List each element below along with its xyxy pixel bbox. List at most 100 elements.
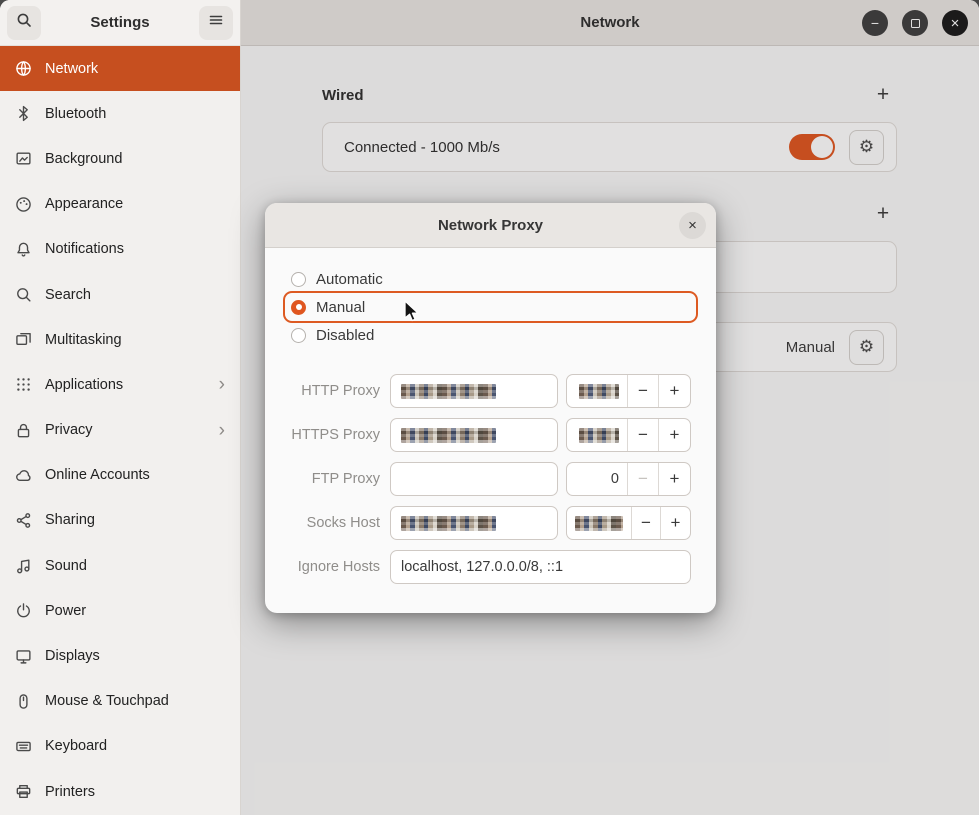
redacted-value [401,428,496,443]
spinner-value [567,375,628,407]
plus-icon: + [670,381,680,401]
option-label: Automatic [316,271,383,288]
http-proxy-input[interactable] [390,374,558,408]
spin-minus-button[interactable]: − [632,507,661,539]
sidebar-item-sound[interactable]: Sound [0,543,240,588]
spin-minus-button[interactable]: − [628,463,659,495]
network-proxy-dialog: Network Proxy × Automatic Manual Disable… [265,203,716,613]
mouse-icon [15,693,32,710]
windows-icon [15,331,32,348]
http-port-spinner[interactable]: − + [566,374,691,408]
https-proxy-input[interactable] [390,418,558,452]
http-proxy-row: HTTP Proxy − + [285,374,696,408]
sidebar-item-online-accounts[interactable]: Online Accounts [0,453,240,498]
field-label: HTTP Proxy [285,383,380,399]
sidebar-item-label: Displays [45,648,100,664]
field-label: Ignore Hosts [285,559,380,575]
lock-icon [15,422,32,439]
field-label: Socks Host [285,515,380,531]
sidebar-item-background[interactable]: Background [0,136,240,181]
chevron-right-icon: › [219,375,225,394]
proxy-option-manual[interactable]: Manual [285,293,696,321]
dialog-title: Network Proxy [438,217,543,234]
redacted-value [401,516,496,531]
sidebar-item-label: Online Accounts [45,467,150,483]
spin-plus-button[interactable]: + [659,419,690,451]
https-port-spinner[interactable]: − + [566,418,691,452]
sidebar-item-printers[interactable]: Printers [0,769,240,814]
magnifier-icon [15,286,32,303]
sidebar-item-label: Sound [45,558,87,574]
redacted-value [579,384,619,399]
main-pane: Network − × Wired + Connected - 1000 Mb/… [241,0,979,815]
music-note-icon [15,557,32,574]
sidebar-item-label: Mouse & Touchpad [45,693,169,709]
sidebar-headerbar: Settings [0,0,240,46]
ftp-proxy-input[interactable] [390,462,558,496]
sidebar-item-search[interactable]: Search [0,272,240,317]
spinner-value [567,507,632,539]
sidebar-list: Network Bluetooth Background Appearance … [0,46,240,815]
socks-host-row: Socks Host − + [285,506,696,540]
chevron-right-icon: › [219,421,225,440]
sidebar-item-power[interactable]: Power [0,588,240,633]
sidebar-item-label: Power [45,603,86,619]
sidebar-item-label: Bluetooth [45,106,106,122]
redacted-value [401,384,496,399]
dialog-close-button[interactable]: × [679,212,706,239]
spin-minus-button[interactable]: − [628,375,659,407]
field-label: FTP Proxy [285,471,380,487]
bell-icon [15,241,32,258]
radio-checked-icon [291,300,306,315]
redacted-value [579,428,619,443]
field-label: HTTPS Proxy [285,427,380,443]
proxy-form: HTTP Proxy − + HTTPS Proxy − [285,374,696,584]
spin-minus-button[interactable]: − [628,419,659,451]
sidebar-item-label: Appearance [45,196,123,212]
settings-window: Settings Network Bluetooth Background [0,0,979,815]
sidebar-item-bluetooth[interactable]: Bluetooth [0,91,240,136]
sidebar-item-label: Printers [45,784,95,800]
socks-host-input[interactable] [390,506,558,540]
sidebar-item-sharing[interactable]: Sharing [0,498,240,543]
sidebar: Settings Network Bluetooth Background [0,0,241,815]
sidebar-item-keyboard[interactable]: Keyboard [0,724,240,769]
sidebar-item-label: Multitasking [45,332,122,348]
search-icon [16,12,32,33]
sidebar-item-network[interactable]: Network [0,46,240,91]
monitor-icon [15,648,32,665]
proxy-option-automatic[interactable]: Automatic [285,265,696,293]
sidebar-item-mouse-touchpad[interactable]: Mouse & Touchpad [0,679,240,724]
ftp-port-spinner[interactable]: 0 − + [566,462,691,496]
sidebar-item-multitasking[interactable]: Multitasking [0,317,240,362]
sidebar-item-label: Sharing [45,512,95,528]
menu-button[interactable] [199,6,233,40]
spin-plus-button[interactable]: + [661,507,690,539]
proxy-option-disabled[interactable]: Disabled [285,321,696,349]
sidebar-item-label: Notifications [45,241,124,257]
sidebar-item-applications[interactable]: Applications › [0,362,240,407]
background-icon [15,150,32,167]
search-button[interactable] [7,6,41,40]
sidebar-item-notifications[interactable]: Notifications [0,227,240,272]
sidebar-item-appearance[interactable]: Appearance [0,182,240,227]
network-icon [15,60,32,77]
dialog-headerbar: Network Proxy × [265,203,716,248]
spin-plus-button[interactable]: + [659,375,690,407]
sidebar-item-privacy[interactable]: Privacy › [0,408,240,453]
plus-icon: + [671,513,681,533]
ignore-hosts-input[interactable]: localhost, 127.0.0.0/8, ::1 [390,550,691,584]
https-proxy-row: HTTPS Proxy − + [285,418,696,452]
sidebar-item-label: Background [45,151,122,167]
mouse-cursor [401,299,422,324]
appearance-icon [15,196,32,213]
cloud-icon [15,467,32,484]
spin-plus-button[interactable]: + [659,463,690,495]
socks-port-spinner[interactable]: − + [566,506,691,540]
minus-icon: − [638,469,648,489]
minus-icon: − [638,425,648,445]
sidebar-item-displays[interactable]: Displays [0,633,240,678]
sidebar-item-label: Applications [45,377,123,393]
sidebar-item-label: Search [45,287,91,303]
printer-icon [15,783,32,800]
